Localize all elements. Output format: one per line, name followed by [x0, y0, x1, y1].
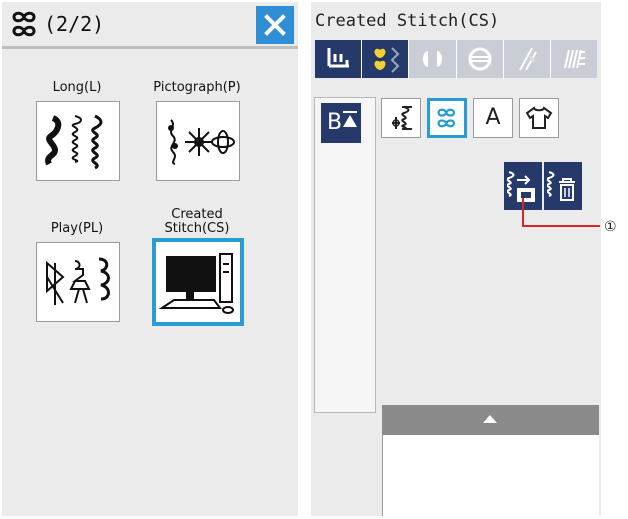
callout-line [522, 198, 600, 227]
callout-number: ① [604, 219, 617, 235]
